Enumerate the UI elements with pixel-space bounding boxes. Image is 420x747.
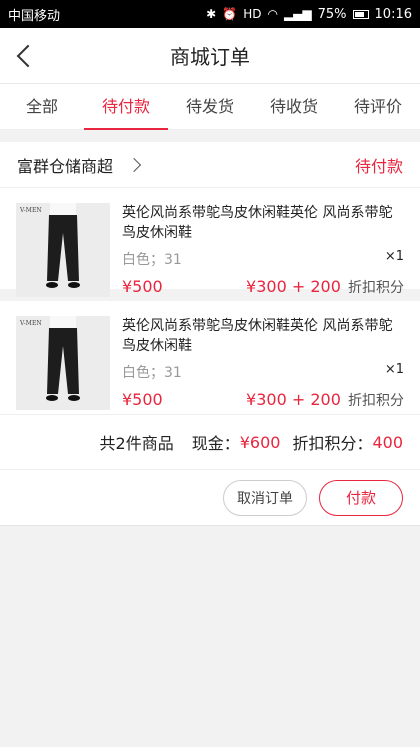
shop-header[interactable]: 富群仓储商超 待付款 [0,142,420,188]
cash-price: ¥300 [246,390,287,409]
product-spec: 白色；31 [122,252,182,268]
cash-price: ¥300 [246,277,287,296]
wifi-icon: ◠ [267,7,278,21]
order-actions: 取消订单 付款 [0,470,420,526]
pay-button[interactable]: 付款 [319,479,403,516]
order-summary: 共2件商品 现金： ¥600 折扣积分： 400 [0,414,420,470]
battery-percent: 75% [317,6,347,22]
shop-name: 富群仓储商超 [17,156,114,176]
price-combo: ¥300 + 200 折扣积分 [246,390,404,410]
order-status: 待付款 [354,156,403,176]
carrier-label: 中国移动 [8,8,61,24]
price-combo: ¥300 + 200 折扣积分 [246,277,404,297]
product-price: ¥500 [122,390,163,409]
product-qty: ×1 [384,362,404,377]
tab-all[interactable]: 全部 [0,84,84,130]
cash-total: ¥600 [239,432,281,452]
points-unit: 折扣积分 [348,280,404,296]
cancel-order-button[interactable]: 取消订单 [223,479,307,516]
clock: 10:16 [374,6,412,22]
bluetooth-icon: ✱ [206,7,217,21]
product-name: 英伦风尚系带鸵鸟皮休闲鞋英伦 风尚系带鸵鸟皮休闲鞋 [122,205,393,241]
plus-sign: + [291,277,306,296]
product-qty: ×1 [384,249,404,264]
order-tabs: 全部 待付款 待发货 待收货 待评价 [0,84,420,130]
order-item[interactable]: V-MEN 英伦风尚系带鸵鸟皮休闲鞋英伦 风尚系带鸵鸟皮休闲鞋 白色；31 ×1… [0,188,420,301]
navigation-bar: 商城订单 [0,28,420,84]
chevron-right-icon [126,157,142,172]
order-item-list: V-MEN 英伦风尚系带鸵鸟皮休闲鞋英伦 风尚系带鸵鸟皮休闲鞋 白色；31 ×1… [0,188,420,414]
item-count: 共2件商品 [99,434,174,453]
product-name: 英伦风尚系带鸵鸟皮休闲鞋英伦 风尚系带鸵鸟皮休闲鞋 [122,318,393,354]
points-label: 折扣积分： [292,434,373,453]
tab-pending-shipment[interactable]: 待发货 [168,84,252,130]
cash-label: 现金： [191,434,240,453]
points-price: 200 [310,390,341,409]
order-item[interactable]: V-MEN 英伦风尚系带鸵鸟皮休闲鞋英伦 风尚系带鸵鸟皮休闲鞋 白色；31 ×1… [0,301,420,414]
product-image: V-MEN [16,316,110,410]
points-total: 400 [372,432,403,452]
product-spec: 白色；31 [122,365,182,381]
hd-icon: HD [243,7,262,21]
thumb-brand: V-MEN [20,320,42,327]
product-price: ¥500 [122,277,163,296]
signal-icon: ▂▄▆ [283,7,312,21]
page-title: 商城订单 [170,45,250,69]
alarm-icon: ⏰ [222,7,238,21]
thumb-brand: V-MEN [20,207,42,214]
tab-pending-review[interactable]: 待评价 [336,84,420,130]
battery-icon [352,9,369,19]
points-unit: 折扣积分 [348,393,404,409]
back-icon[interactable] [14,42,40,70]
tab-pending-payment[interactable]: 待付款 [84,84,168,130]
product-image: V-MEN [16,203,110,297]
plus-sign: + [291,390,306,409]
tab-pending-receipt[interactable]: 待收货 [252,84,336,130]
status-bar: 中国移动 ✱ ⏰ HD ◠ ▂▄▆ 75% 10:16 [0,0,420,28]
points-price: 200 [310,277,341,296]
status-icons: ✱ ⏰ HD ◠ ▂▄▆ 75% 10:16 [206,7,412,22]
